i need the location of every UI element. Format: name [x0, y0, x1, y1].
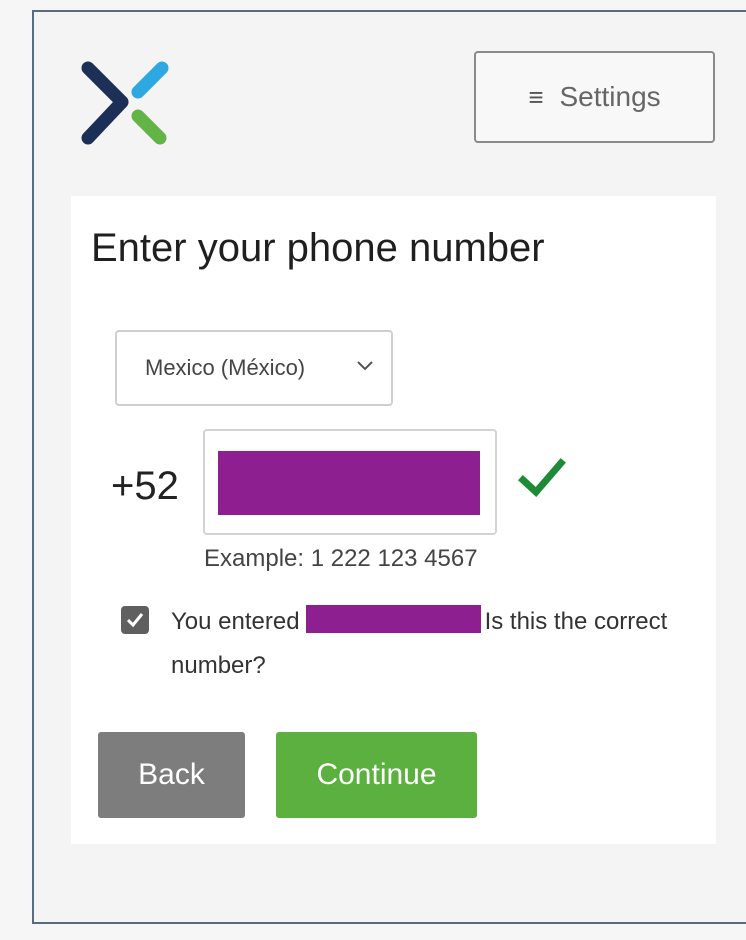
menu-icon: ≡: [528, 81, 544, 112]
phone-entry-card: Enter your phone number Mexico (México) …: [71, 196, 716, 844]
confirm-number-checkbox[interactable]: [121, 606, 149, 634]
chevron-down-icon: [357, 361, 373, 371]
settings-button[interactable]: ≡ Settings: [474, 51, 715, 143]
country-select[interactable]: Mexico (México): [115, 330, 393, 406]
country-select-value: Mexico (México): [145, 355, 306, 380]
dial-code: +52: [111, 464, 179, 508]
checkbox-check-icon: [126, 613, 144, 628]
confirm-prefix: You entered: [171, 608, 300, 635]
checkmark-icon: [518, 458, 566, 498]
continue-button[interactable]: Continue: [276, 732, 477, 818]
phone-number-input[interactable]: [203, 429, 497, 535]
example-hint: Example: 1 222 123 4567: [204, 545, 478, 572]
confirm-number-label: You entered Is this the correct number?: [171, 600, 671, 688]
back-button[interactable]: Back: [98, 732, 245, 818]
settings-label: Settings: [559, 81, 661, 112]
redacted-phone-value: [218, 451, 480, 515]
redacted-inline-number: [305, 605, 481, 633]
x-brand-logo-icon: [81, 61, 169, 145]
page-title: Enter your phone number: [91, 226, 545, 270]
